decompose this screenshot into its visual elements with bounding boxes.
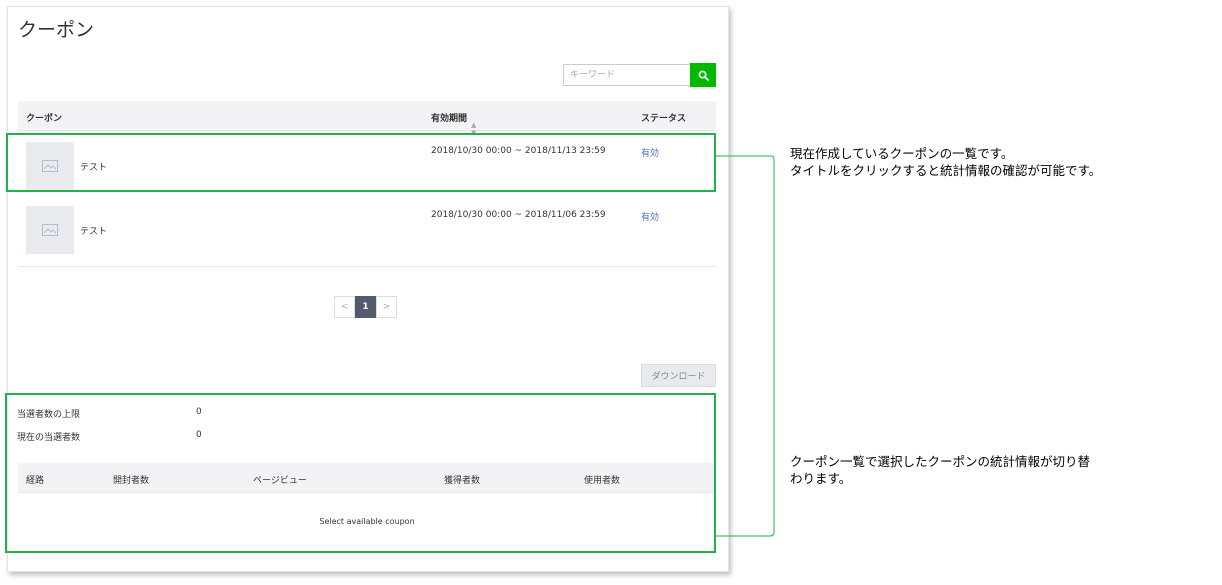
page-title: クーポン [18,19,95,41]
coupon-period: 2018/10/30 00:00 ~ 2018/11/06 23:59 [431,210,606,220]
page-1-button[interactable]: 1 [355,296,376,318]
note-line: タイトルをクリックすると統計情報の確認が可能です。 [790,163,1102,178]
coupon-row[interactable]: テスト 2018/10/30 00:00 ~ 2018/11/06 23:59 … [18,202,716,264]
search-button[interactable] [690,63,716,87]
coupon-status: 有効 [641,213,660,223]
coupon-table-header: クーポン 有効期間 ▲ ▼ ステータス [18,101,716,137]
next-page-button[interactable]: > [376,296,397,318]
note-line: 現在作成しているクーポンの一覧です。 [790,146,1014,161]
prev-page-button[interactable]: < [334,296,355,318]
note-line: クーポン一覧で選択したクーポンの統計情報が切り替 [790,454,1091,469]
coupon-thumbnail [26,206,74,254]
coupon-list-note: 現在作成しているクーポンの一覧です。 タイトルをクリックすると統計情報の確認が可… [790,145,1101,179]
row-divider [18,266,716,267]
screenshot-stage: クーポン クーポン 有効期間▲▼ ステータス テスト [0,0,1222,585]
coupon-list-highlight [6,133,716,192]
search-icon [698,70,709,81]
keyword-search-input[interactable] [563,64,691,86]
coupon-title-link[interactable]: テスト [80,224,107,237]
stats-highlight [5,393,716,553]
note-line: わります。 [790,471,852,486]
header-period[interactable]: 有効期間 ▲ ▼ [431,111,476,137]
callout-bracket [716,155,775,537]
header-period-label: 有効期間 [431,114,468,124]
header-coupon: クーポン [26,114,63,124]
pagination: < 1 > [334,296,397,318]
header-status: ステータス [641,114,687,124]
image-placeholder-icon [42,224,58,236]
stats-note: クーポン一覧で選択したクーポンの統計情報が切り替 わります。 [790,453,1090,487]
download-button[interactable]: ダウンロード [641,364,716,387]
